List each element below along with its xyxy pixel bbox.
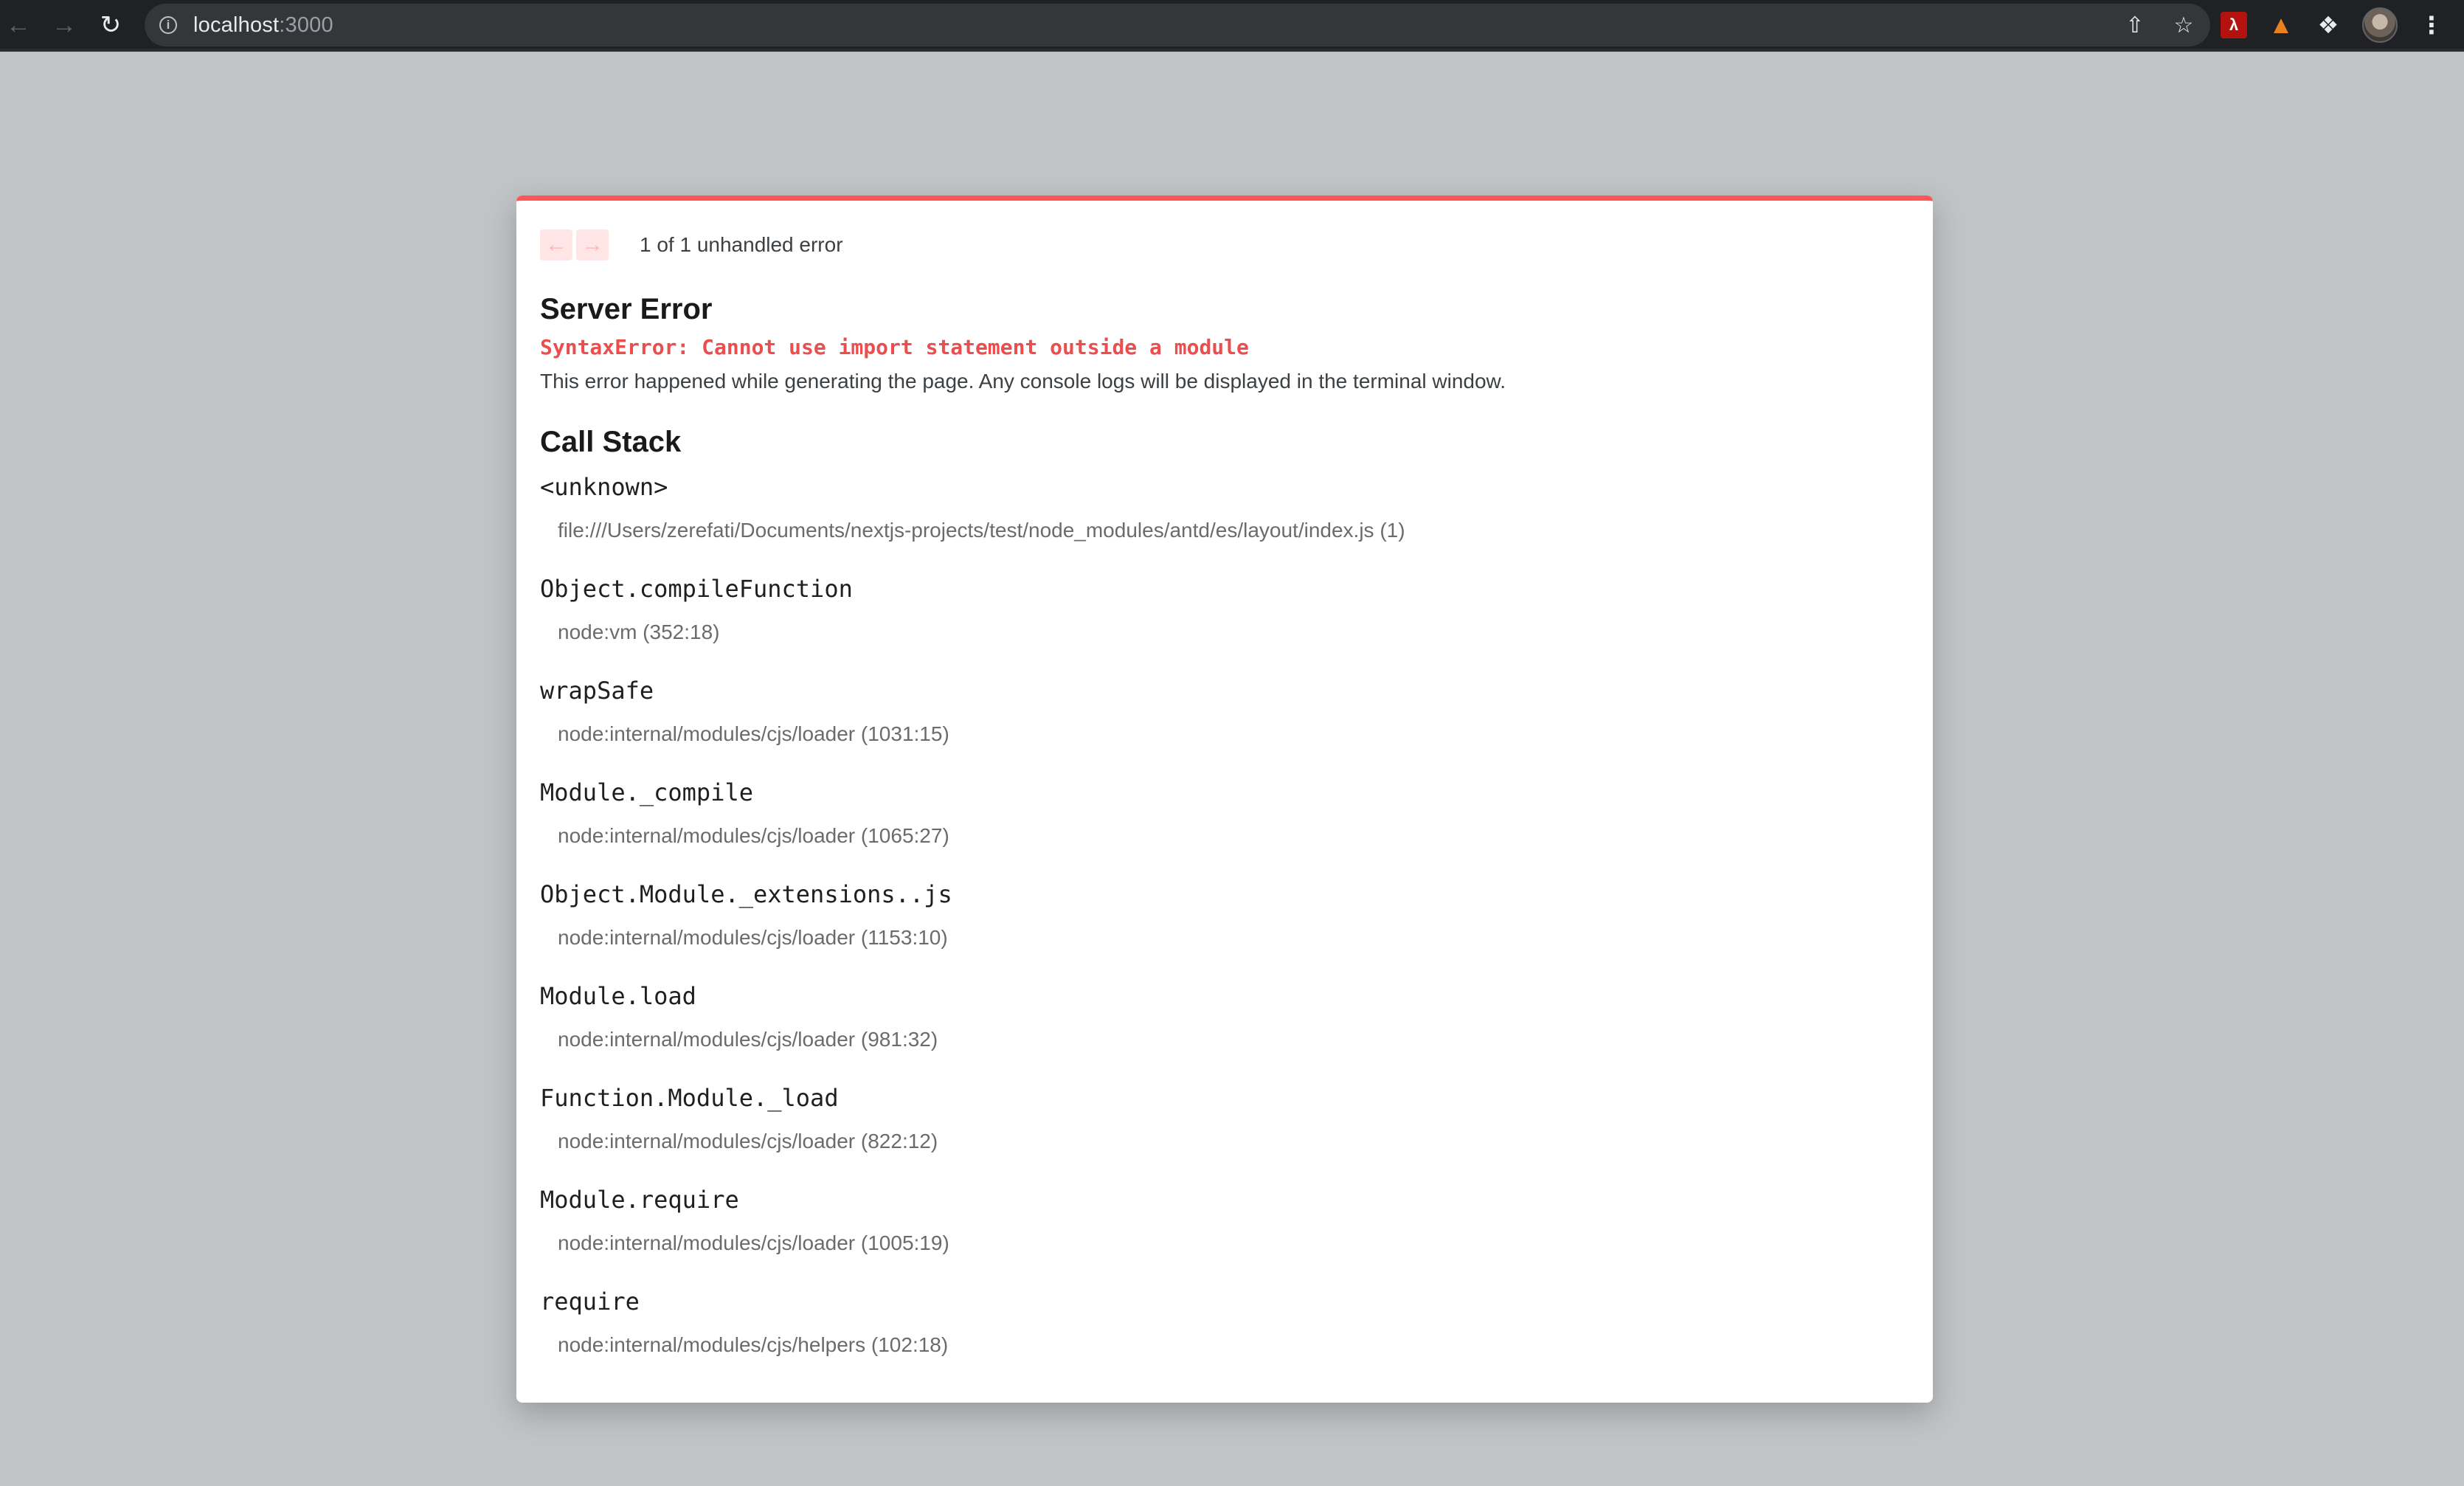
puzzle-icon[interactable]: ❖ [2315,12,2342,38]
error-message: SyntaxError: Cannot use import statement… [540,335,1249,359]
stack-frame-function: require [540,1288,640,1316]
stack-frame: Object.Module._extensions..js node:inter… [540,879,1909,981]
stack-frame-function: Module._compile [540,778,753,806]
stack-frame-function: <unknown> [540,473,668,501]
arrow-right-icon: → [581,232,603,257]
stack-frame: require node:internal/modules/cjs/helper… [540,1287,1909,1389]
metamask-extension-icon[interactable]: ▲ [2268,11,2294,39]
stack-frame: Module.require node:internal/modules/cjs… [540,1185,1909,1287]
stack-frame-location[interactable]: node:internal/modules/cjs/loader (1065:2… [558,823,1909,849]
next-error-button[interactable]: → [576,229,609,260]
reload-button[interactable]: ↻ [92,7,129,44]
stack-frame-location[interactable]: file:///Users/zerefati/Documents/nextjs-… [558,518,1909,543]
arrow-left-icon: ← [545,232,567,257]
stack-frame-location[interactable]: node:internal/modules/cjs/helpers (102:1… [558,1333,1909,1358]
stack-frame: Module._compile node:internal/modules/cj… [540,778,1909,879]
star-icon[interactable]: ☆ [2170,12,2197,38]
share-icon[interactable]: ⇧ [2122,12,2148,38]
page-title: Server Error [540,293,713,325]
back-button[interactable]: ← [0,7,37,44]
stack-frame-function: Object.compileFunction [540,575,853,603]
stack-frame-location[interactable]: node:internal/modules/cjs/loader (822:12… [558,1129,1909,1154]
stack-frame: <unknown> file:///Users/zerefati/Documen… [540,472,1909,574]
stack-frame: Object.compileFunction node:vm (352:18) [540,574,1909,676]
stack-frame: Module.load node:internal/modules/cjs/lo… [540,981,1909,1083]
call-stack-list: <unknown> file:///Users/zerefati/Documen… [540,472,1909,1389]
url-port: :3000 [279,13,333,37]
arrow-right-icon: → [52,11,77,39]
stack-frame-function: Function.Module._load [540,1084,839,1112]
stack-frame: Function.Module._load node:internal/modu… [540,1083,1909,1185]
browser-toolbar: ← → ↻ i localhost:3000 ⇧ ☆ λ ▲ ❖ ⋮ [0,0,2464,52]
avatar[interactable] [2362,7,2398,43]
reload-icon: ↻ [100,11,122,39]
error-count-text: 1 of 1 unhandled error [640,233,843,256]
stack-frame-function: Module.load [540,982,696,1010]
stack-frame-function: Object.Module._extensions..js [540,880,952,908]
error-description: This error happened while generating the… [540,370,1506,393]
address-bar[interactable]: i localhost:3000 ⇧ ☆ [145,4,2210,46]
extensions-area: λ ▲ ❖ ⋮ [2221,7,2445,44]
stack-frame-location[interactable]: node:internal/modules/cjs/loader (1031:1… [558,722,1909,747]
arrow-left-icon: ← [6,11,31,39]
acrobat-extension-icon[interactable]: λ [2221,12,2247,38]
previous-error-button[interactable]: ← [540,229,572,260]
call-stack-heading: Call Stack [540,426,682,458]
stack-frame-location[interactable]: node:internal/modules/cjs/loader (1005:1… [558,1231,1909,1256]
url-host: localhost [193,13,280,37]
stack-frame-function: wrapSafe [540,677,654,705]
info-icon[interactable]: i [159,16,177,34]
url-text[interactable]: localhost:3000 [193,13,333,38]
stack-frame-function: Module.require [540,1186,739,1214]
stack-frame-location[interactable]: node:internal/modules/cjs/loader (1153:1… [558,925,1909,950]
stack-frame-location[interactable]: node:vm (352:18) [558,620,1909,645]
toolbar-divider [0,49,2464,52]
stack-frame-location[interactable]: node:internal/modules/cjs/loader (981:32… [558,1027,1909,1052]
stack-frame: wrapSafe node:internal/modules/cjs/loade… [540,676,1909,778]
kebab-menu-icon[interactable]: ⋮ [2418,12,2445,38]
error-overlay-dialog: ← → 1 of 1 unhandled error Server Error … [516,196,1933,1403]
forward-button[interactable]: → [46,7,83,44]
error-pager: ← → 1 of 1 unhandled error [540,227,1909,263]
